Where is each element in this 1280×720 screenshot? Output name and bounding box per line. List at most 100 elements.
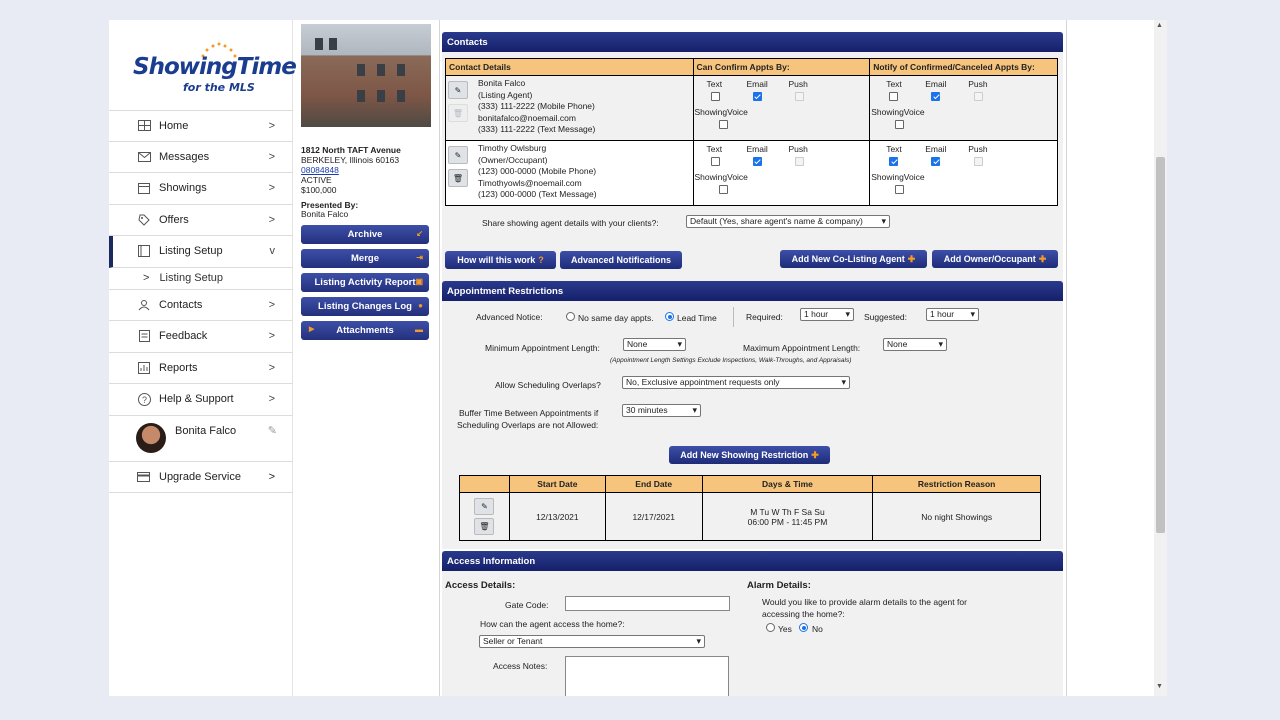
access-details-label: Access Details:: [445, 580, 516, 591]
confirm-email-checkbox[interactable]: [752, 92, 762, 101]
edit-contact-button[interactable]: ✎: [448, 146, 468, 164]
buffer-label: Buffer Time Between Appointments if: [459, 408, 599, 418]
alarm-question: Would you like to provide alarm details …: [762, 597, 967, 607]
channel-label: Text: [706, 144, 723, 154]
listing-activity-report-button[interactable]: Listing Activity Report ▣: [301, 273, 429, 292]
lead-time-radio[interactable]: [665, 312, 674, 321]
nav-item-offers[interactable]: Offers >: [109, 205, 293, 236]
access-how-label: How can the agent access the home?:: [480, 619, 625, 629]
confirm-voice-checkbox[interactable]: [718, 185, 728, 194]
offer-icon: [137, 214, 151, 226]
min-length-select[interactable]: None: [623, 338, 686, 351]
confirm-email-checkbox[interactable]: [752, 157, 762, 166]
nav-item-messages[interactable]: Messages >: [109, 142, 293, 173]
showingtime-logo[interactable]: ShowingTime for the MLS: [133, 42, 297, 98]
notify-text-checkbox[interactable]: [889, 157, 899, 166]
access-notes-label: Access Notes:: [493, 661, 548, 671]
alarm-yes-radio[interactable]: [766, 623, 775, 632]
nav-item-listing-setup[interactable]: Listing Setup v: [109, 236, 293, 268]
how-will-this-work-button[interactable]: How will this work?: [445, 251, 556, 269]
no-same-day-radio[interactable]: [566, 312, 575, 321]
overlap-label: Allow Scheduling Overlaps?: [495, 380, 601, 390]
listing-photo[interactable]: [301, 24, 431, 127]
merge-button[interactable]: Merge ⇥: [301, 249, 429, 268]
nav-label: Help & Support: [159, 393, 234, 406]
mls-number-link[interactable]: 08084848: [301, 165, 339, 175]
notify-voice-checkbox[interactable]: [895, 185, 905, 194]
nav-item-help[interactable]: ? Help & Support >: [109, 384, 293, 416]
notify-text-checkbox[interactable]: [889, 92, 899, 101]
svg-text:?: ?: [142, 395, 147, 405]
column-header: End Date: [604, 475, 703, 493]
buffer-time-select[interactable]: 30 minutes: [622, 404, 701, 417]
access-notes-textarea[interactable]: [565, 656, 729, 696]
gate-code-input[interactable]: [565, 596, 730, 611]
start-date-cell: 12/13/2021: [508, 492, 606, 541]
alarm-details-label: Alarm Details:: [747, 580, 811, 591]
edit-profile-icon[interactable]: ✎: [268, 424, 277, 437]
share-details-label: Share showing agent details with your cl…: [482, 218, 659, 228]
add-co-listing-agent-button[interactable]: Add New Co-Listing Agent ✚: [780, 250, 927, 268]
required-lead-time-select[interactable]: 1 hour: [800, 308, 854, 321]
contact-phone: (333) 111-2222 (Mobile Phone): [478, 101, 595, 111]
user-profile[interactable]: Bonita Falco ✎: [109, 416, 293, 462]
scroll-up-icon[interactable]: ▲: [1156, 22, 1163, 29]
nav-label: Reports: [159, 361, 198, 374]
min-length-label: Minimum Appointment Length:: [485, 343, 600, 353]
confirm-text-checkbox[interactable]: [710, 92, 720, 101]
max-length-select[interactable]: None: [883, 338, 947, 351]
overlap-select[interactable]: No, Exclusive appointment requests only: [622, 376, 850, 389]
column-header: Can Confirm Appts By:: [692, 58, 871, 76]
contact-text: (123) 000-0000 (Text Message): [478, 189, 597, 199]
listing-summary: 1812 North TAFT Avenue BERKELEY, Illinoi…: [301, 24, 431, 340]
share-details-select[interactable]: Default (Yes, share agent's name & compa…: [686, 215, 890, 228]
logo-tagline: for the MLS: [183, 81, 255, 94]
add-owner-occupant-button[interactable]: Add Owner/Occupant ✚: [932, 250, 1058, 268]
button-label: Archive: [347, 229, 383, 240]
suggested-lead-time-select[interactable]: 1 hour: [926, 308, 979, 321]
confirm-voice-checkbox[interactable]: [718, 120, 728, 129]
sidebar: ShowingTime for the MLS Home > Messages …: [109, 20, 297, 696]
nav-label: Offers: [159, 213, 189, 226]
notify-push-checkbox: [974, 157, 984, 166]
delete-restriction-button[interactable]: 🗑: [474, 518, 495, 535]
edit-restriction-button[interactable]: ✎: [474, 498, 495, 515]
edit-contact-button[interactable]: ✎: [448, 81, 468, 99]
contact-role: (Owner/Occupant): [478, 154, 548, 165]
section-header: Contacts: [442, 32, 1063, 52]
chevron-right-icon: >: [268, 120, 275, 132]
archive-button[interactable]: Archive ↙: [301, 225, 429, 244]
confirm-text-checkbox[interactable]: [710, 157, 720, 166]
scrollbar-thumb[interactable]: [1156, 157, 1165, 533]
nav-item-showings[interactable]: Showings >: [109, 173, 293, 205]
nav-item-upgrade[interactable]: Upgrade Service >: [109, 462, 293, 493]
page-scrollbar[interactable]: ▲ ▼: [1154, 20, 1167, 696]
nav-item-reports[interactable]: Reports >: [109, 353, 293, 384]
access-how-select[interactable]: Seller or Tenant: [479, 635, 705, 648]
notify-voice-checkbox[interactable]: [895, 120, 905, 129]
delete-contact-button[interactable]: 🗑: [448, 169, 468, 187]
chevron-right-icon: >: [268, 470, 275, 483]
nav-subitem-listing-setup[interactable]: > Listing Setup: [109, 268, 293, 290]
scroll-down-icon[interactable]: ▼: [1156, 683, 1163, 690]
end-date-cell: 12/17/2021: [604, 492, 703, 541]
attachments-button[interactable]: ▶ Attachments ▬: [301, 321, 429, 340]
listing-changes-log-button[interactable]: Listing Changes Log ●: [301, 297, 429, 316]
nav-item-home[interactable]: Home >: [109, 110, 293, 142]
notify-push-checkbox: [974, 92, 984, 101]
nav-item-contacts[interactable]: Contacts >: [109, 290, 293, 321]
lead-time-label: Lead Time: [677, 313, 717, 323]
column-header: Restriction Reason: [872, 475, 1041, 493]
add-showing-restriction-button[interactable]: Add New Showing Restriction ✚: [669, 446, 830, 464]
notify-email-checkbox[interactable]: [931, 157, 941, 166]
notify-email-checkbox[interactable]: [931, 92, 941, 101]
showingvoice-label: ShowingVoice: [694, 172, 748, 182]
restrictions-table: Start Date End Date Days & Time Restrict…: [459, 475, 1041, 541]
nav-item-feedback[interactable]: Feedback >: [109, 321, 293, 353]
credit-card-icon: [137, 471, 151, 482]
section-header: Access Information: [442, 551, 1063, 571]
alarm-no-label: No: [812, 624, 823, 634]
alarm-no-radio[interactable]: [799, 623, 808, 632]
advanced-notifications-button[interactable]: Advanced Notifications: [560, 251, 682, 269]
column-header: Contact Details: [445, 58, 694, 76]
